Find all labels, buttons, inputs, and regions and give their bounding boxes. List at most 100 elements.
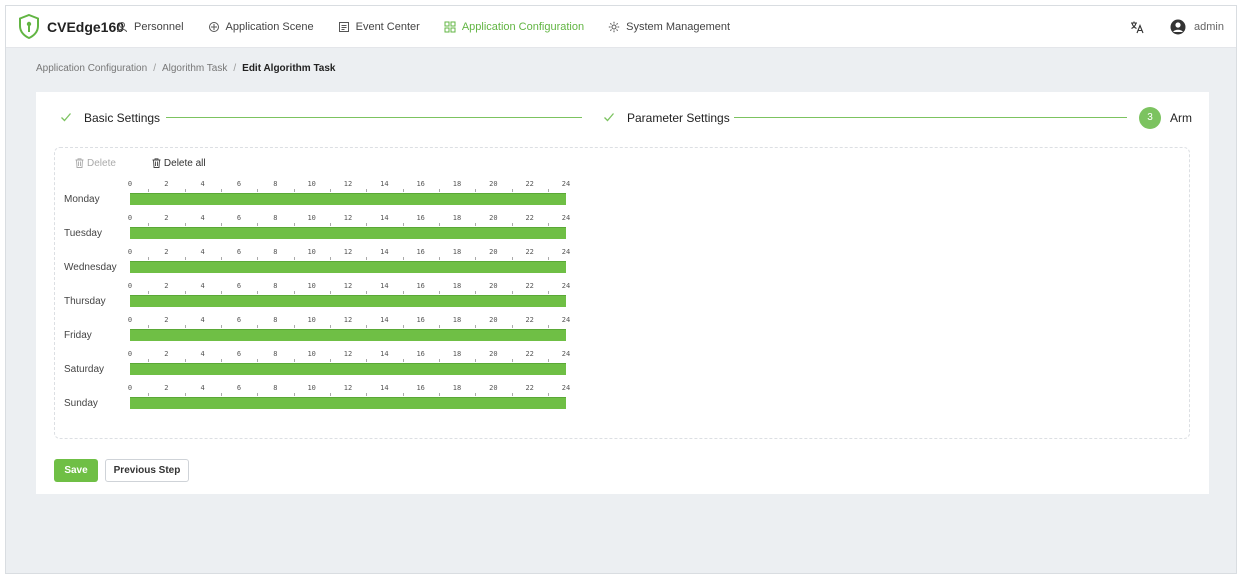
nav-item-application-configuration[interactable]: Application Configuration [444, 21, 584, 33]
hour-tick [511, 393, 513, 396]
save-button[interactable]: Save [54, 459, 98, 482]
hour-tick-label: 14 [380, 384, 389, 392]
hour-tick [148, 393, 150, 396]
hour-tick [220, 189, 222, 192]
hour-tick-label: 10 [307, 282, 316, 290]
breadcrumb-item[interactable]: Application Configuration [36, 63, 147, 74]
armed-time-bar[interactable] [130, 261, 566, 273]
hour-tick-label: 24 [561, 316, 571, 324]
hour-tick [220, 359, 222, 362]
hour-tick [366, 189, 368, 192]
hour-tick-label: 16 [416, 282, 425, 290]
hour-tick [148, 325, 150, 328]
hour-tick [184, 189, 186, 192]
hour-tick-label: 12 [343, 248, 353, 256]
hour-tick-label: 6 [236, 214, 242, 222]
hour-tick-label: 10 [307, 214, 316, 222]
hour-tick-label: 22 [525, 350, 534, 358]
hour-tick-label: 14 [380, 214, 389, 222]
hour-tick-label: 2 [164, 316, 169, 324]
hour-tick [148, 359, 150, 362]
delete-all-button[interactable]: Delete all [152, 158, 206, 169]
hour-tick-label: 22 [525, 248, 534, 256]
hour-tick [257, 359, 259, 362]
event-icon [338, 21, 350, 33]
delete-button[interactable]: Delete [75, 158, 116, 169]
translate-icon[interactable] [1130, 20, 1144, 34]
hour-tick [148, 189, 150, 192]
hour-tick-label: 14 [380, 282, 389, 290]
day-label: Thursday [64, 296, 106, 307]
hour-tick-label: 24 [561, 350, 571, 358]
nav-label: Personnel [134, 21, 184, 33]
gear-icon [608, 21, 620, 33]
hour-tick-label: 12 [343, 180, 353, 188]
hour-tick-label: 16 [416, 384, 425, 392]
hour-tick-label: 18 [452, 248, 462, 256]
hour-tick [148, 223, 150, 226]
day-row: Saturday 0 2 4 6 8 10 12 14 16 18 20 22 24 [64, 347, 584, 381]
armed-time-bar[interactable] [130, 193, 566, 205]
previous-step-button[interactable]: Previous Step [105, 459, 189, 482]
user-avatar-icon[interactable] [1170, 19, 1186, 35]
hour-tick-label: 0 [127, 384, 133, 392]
hour-tick [148, 291, 150, 294]
hour-tick-label: 22 [525, 384, 534, 392]
hour-tick-label: 10 [307, 316, 316, 324]
hour-tick [148, 257, 150, 260]
day-label: Friday [64, 330, 92, 341]
hour-tick [184, 223, 186, 226]
hour-tick-label: 10 [307, 384, 316, 392]
hour-tick [293, 291, 295, 294]
armed-time-bar[interactable] [130, 227, 566, 239]
step-number-badge: 3 [1139, 107, 1161, 129]
top-navigation-bar: CVEdge160 Personnel Application Scene Ev… [6, 6, 1236, 48]
hour-tick-label: 2 [164, 214, 169, 222]
armed-time-bar[interactable] [130, 329, 566, 341]
nav-label: Application Scene [225, 21, 314, 33]
hour-tick-label: 6 [236, 248, 242, 256]
hour-tick [366, 393, 368, 396]
nav-label: Event Center [355, 21, 420, 33]
nav-item-system-management[interactable]: System Management [608, 21, 730, 33]
user-area: admin [1130, 6, 1224, 48]
hour-tick-label: 20 [489, 282, 498, 290]
hour-tick-label: 8 [273, 384, 278, 392]
hour-tick-label: 12 [343, 350, 353, 358]
hour-tick-label: 10 [307, 180, 316, 188]
armed-time-bar[interactable] [130, 295, 566, 307]
hour-tick-label: 18 [452, 384, 462, 392]
user-name[interactable]: admin [1194, 21, 1224, 33]
breadcrumb-item[interactable]: Algorithm Task [162, 63, 227, 74]
hour-tick-label: 18 [452, 214, 462, 222]
hour-tick-label: 24 [561, 384, 571, 392]
hour-tick [438, 189, 440, 192]
hour-tick-label: 2 [164, 350, 169, 358]
hour-tick-label: 16 [416, 214, 425, 222]
armed-time-bar[interactable] [130, 397, 566, 409]
armed-time-bar[interactable] [130, 363, 566, 375]
day-label: Saturday [64, 364, 105, 375]
hour-tick-label: 4 [200, 214, 205, 222]
day-label: Monday [64, 194, 100, 205]
hour-tick-label: 4 [200, 282, 205, 290]
hour-tick-label: 12 [343, 214, 353, 222]
step-connector [166, 117, 582, 118]
hour-tick [547, 257, 549, 260]
main-nav: Personnel Application Scene Event Center… [116, 6, 730, 48]
nav-item-event-center[interactable]: Event Center [338, 21, 420, 33]
hour-tick [438, 223, 440, 226]
hour-tick [511, 189, 513, 192]
hour-tick-label: 16 [416, 180, 425, 188]
nav-item-personnel[interactable]: Personnel [116, 21, 184, 33]
hour-tick [366, 257, 368, 260]
hour-tick [329, 189, 331, 192]
hour-tick [329, 291, 331, 294]
hour-tick [547, 325, 549, 328]
hour-tick [547, 291, 549, 294]
nav-item-application-scene[interactable]: Application Scene [208, 21, 314, 33]
hour-tick [184, 325, 186, 328]
hour-tick-label: 18 [452, 180, 462, 188]
hour-tick [220, 325, 222, 328]
hour-tick-label: 0 [127, 214, 133, 222]
